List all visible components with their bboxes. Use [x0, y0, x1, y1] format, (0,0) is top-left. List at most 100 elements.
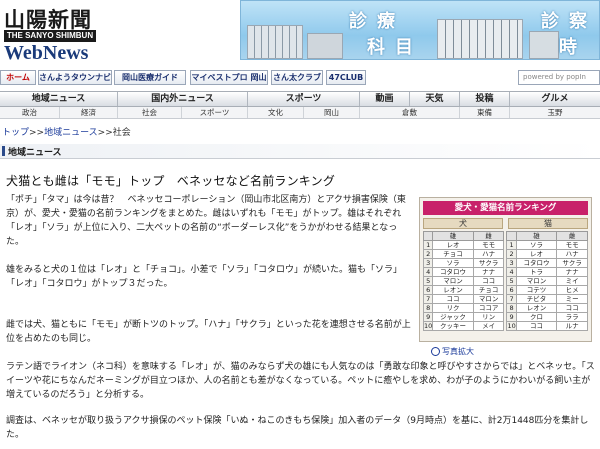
cat-male-name: マロン: [515, 276, 558, 286]
nav-post[interactable]: 投稿: [460, 92, 510, 106]
breadcrumb-regional[interactable]: 地域ニュース: [44, 128, 98, 138]
dog-male-name: マロン: [432, 276, 474, 286]
dog-female-name: リン: [472, 312, 505, 322]
article-paragraph: 調査は、ベネッセが取り扱うアクサ損保のペット保険「いぬ・ねこのきもち保険」加入者…: [6, 416, 589, 440]
ranking-row: 2 チョコ ハナ 2 レオ ハナ: [422, 249, 588, 259]
dog-female-name: メイ: [472, 321, 505, 331]
rank-number: 2: [422, 249, 434, 259]
cat-female-name: ナナ: [556, 267, 588, 277]
search-input[interactable]: powered by popIn: [518, 70, 600, 85]
service-links: ホーム さんようタウンナビ 岡山医療ガイド マイベストプロ 岡山 さん太クラブ …: [0, 70, 600, 86]
photo-zoom-link[interactable]: 写真拡大: [431, 346, 474, 357]
cat-female-name: ハナ: [556, 249, 588, 259]
figure-title: 愛犬・愛猫名前ランキング: [423, 201, 588, 215]
ranking-row: 5 マロン ココ 5 マロン ミイ: [422, 276, 588, 286]
dog-female-name: ココ: [472, 276, 505, 286]
article-title: 犬猫とも雌は「モモ」トップ ベネッセなど名前ランキング: [6, 174, 336, 188]
dog-male-name: ジャック: [432, 312, 474, 322]
cat-male-name: クロ: [515, 312, 558, 322]
rank-number: 10: [506, 321, 517, 331]
rank-number: 8: [506, 303, 517, 313]
cat-female-name: サクラ: [556, 258, 588, 268]
rank-header: [506, 231, 517, 241]
rank-header: [422, 231, 434, 241]
47club-link[interactable]: 47CLUB: [326, 70, 366, 85]
ranking-row: 4 コタロウ ナナ 4 トラ ナナ: [422, 267, 588, 277]
subnav-politics[interactable]: 政治: [0, 107, 60, 118]
dog-female-name: ココア: [472, 303, 505, 313]
nav-world-news[interactable]: 国内外ニュース: [118, 92, 248, 106]
article-paragraph: 雌では犬、猫ともに「モモ」が断トツのトップ。「ハナ」「サクラ」といった花を連想さ…: [6, 320, 411, 344]
rank-number: 6: [422, 285, 434, 295]
site-header: 山陽新聞 THE SANYO SHIMBUN WebNews 診療 科目 診察 …: [0, 0, 600, 66]
rank-number: 5: [422, 276, 434, 286]
subnav-okayama[interactable]: 岡山: [304, 107, 360, 118]
sub-nav: 政治 経済 社会 スポーツ 文化 岡山 倉敷 東備 玉野: [0, 107, 600, 119]
rank-number: 4: [422, 267, 434, 277]
cat-male-name: トラ: [515, 267, 558, 277]
dog-female-name: チョコ: [472, 285, 505, 295]
home-link[interactable]: ホーム: [0, 70, 36, 85]
section-title: 地域ニュース: [8, 148, 62, 158]
dog-column-header: 犬: [423, 218, 503, 229]
cat-female-name: ララ: [556, 312, 588, 322]
article-paragraph: 「ポチ」「タマ」は今は昔？ ベネッセコーポレーション（岡山市北区南方）とアクサ損…: [6, 195, 406, 247]
breadcrumb-top[interactable]: トップ: [2, 128, 29, 138]
cat-male-name: ココ: [515, 321, 558, 331]
nav-sports[interactable]: スポーツ: [248, 92, 360, 106]
male-header: 雄: [515, 231, 558, 241]
breadcrumb-separator: >>: [97, 128, 113, 138]
cat-male-name: ソラ: [515, 240, 558, 250]
dog-male-name: コタロウ: [432, 267, 474, 277]
rank-number: 7: [422, 294, 434, 304]
dog-male-name: チョコ: [432, 249, 474, 259]
subnav-tamano[interactable]: 玉野: [510, 107, 600, 118]
nav-gourmet[interactable]: グルメ: [510, 92, 600, 106]
banner-building: [437, 19, 523, 59]
santa-club-link[interactable]: さん太クラブ: [271, 70, 323, 85]
ranking-figure[interactable]: 愛犬・愛猫名前ランキング 犬 猫 雄 雌 雄 雌 1 レオ モモ 1 ソラ モモ 2 チョコハ…: [419, 197, 592, 342]
ranking-row: 6 レオン チョコ 6 コテツ ヒメ: [422, 285, 588, 295]
dog-male-name: レオ: [432, 240, 474, 250]
rank-number: 7: [506, 294, 517, 304]
nav-weather[interactable]: 天気: [410, 92, 460, 106]
cat-female-name: ヒメ: [556, 285, 588, 295]
breadcrumb: トップ>>地域ニュース>>社会: [2, 125, 131, 138]
female-header: 雌: [472, 231, 505, 241]
ranking-row: 10 クッキー メイ 10 ココ ルナ: [422, 321, 588, 331]
banner-text: 時間: [559, 37, 587, 58]
section-header: 地域ニュース: [0, 144, 600, 159]
subnav-economy[interactable]: 経済: [60, 107, 118, 118]
rank-number: 5: [506, 276, 517, 286]
banner-text: 診療: [349, 11, 405, 32]
medical-guide-link[interactable]: 岡山医療ガイド: [114, 70, 186, 85]
subnav-tobi[interactable]: 東備: [460, 107, 510, 118]
banner-building: [529, 31, 559, 59]
site-logo[interactable]: 山陽新聞 THE SANYO SHIMBUN WebNews: [4, 4, 226, 64]
cat-male-name: レオン: [515, 303, 558, 313]
cat-female-name: ミー: [556, 294, 588, 304]
article-paragraph: 雄をみると犬の１位は「レオ」と「チョコ」。小差で「ソラ」「コタロウ」が続いた。猫…: [6, 265, 403, 289]
nav-video[interactable]: 動画: [360, 92, 410, 106]
ranking-row: 3 ソラ サクラ 3 コタロウ サクラ: [422, 258, 588, 268]
subnav-society[interactable]: 社会: [118, 107, 182, 118]
nav-regional-news[interactable]: 地域ニュース: [0, 92, 118, 106]
subnav-kurashiki[interactable]: 倉敷: [360, 107, 460, 118]
rank-number: 2: [506, 249, 517, 259]
mybestpro-link[interactable]: マイベストプロ 岡山: [190, 70, 268, 85]
dog-male-name: リク: [432, 303, 474, 313]
cat-female-name: ココ: [556, 303, 588, 313]
subnav-sports[interactable]: スポーツ: [182, 107, 248, 118]
banner-text: 診察: [541, 11, 597, 32]
main-nav: 地域ニュース 国内外ニュース スポーツ 動画 天気 投稿 グルメ: [0, 91, 600, 107]
hospital-ad-banner[interactable]: 診療 科目 診察 時間: [240, 0, 600, 60]
article-paragraph: ラテン語でライオン（ネコ科）を意味する「レオ」が、猫のみならず犬の雄にも人気なの…: [6, 362, 595, 400]
town-navi-link[interactable]: さんようタウンナビ: [38, 70, 112, 85]
cat-male-name: コテツ: [515, 285, 558, 295]
section-marker: [2, 146, 5, 156]
rank-number: 1: [506, 240, 517, 250]
subnav-culture[interactable]: 文化: [248, 107, 304, 118]
cat-male-name: チビタ: [515, 294, 558, 304]
rank-number: 9: [506, 312, 517, 322]
dog-female-name: マロン: [472, 294, 505, 304]
